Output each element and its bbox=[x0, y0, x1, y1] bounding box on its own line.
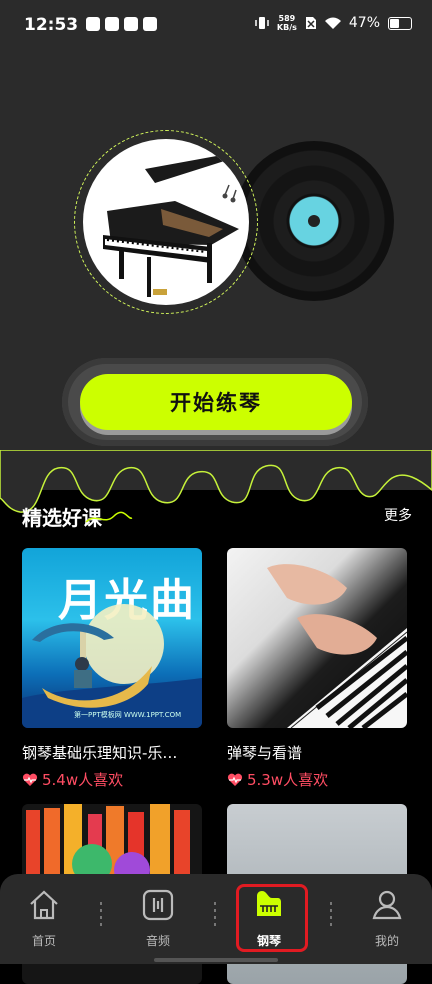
course-likes: 5.4w人喜欢 bbox=[22, 769, 202, 790]
scribble-decoration-icon bbox=[85, 511, 133, 523]
app-notification-icon bbox=[86, 17, 100, 31]
no-sim-icon bbox=[305, 17, 316, 29]
profile-icon bbox=[372, 890, 402, 920]
nav-label: 我的 bbox=[374, 934, 399, 948]
home-icon bbox=[30, 890, 58, 920]
more-link[interactable]: 更多 bbox=[384, 505, 412, 525]
nav-label: 音频 bbox=[145, 934, 170, 948]
home-indicator[interactable] bbox=[154, 958, 278, 962]
thumbnail-watermark: 第一PPT模板网 WWW.1PPT.COM bbox=[74, 711, 182, 719]
nav-divider bbox=[100, 902, 102, 928]
likes-count: 5.3w人喜欢 bbox=[247, 771, 329, 789]
heart-pulse-icon bbox=[22, 773, 38, 786]
course-title[interactable]: 钢琴基础乐理知识-乐… bbox=[22, 742, 200, 763]
wifi-icon bbox=[324, 17, 341, 29]
app-notification-icon bbox=[143, 17, 157, 31]
nav-item-audio[interactable]: 音频 bbox=[128, 888, 188, 949]
app-notification-icon bbox=[124, 17, 138, 31]
nav-divider bbox=[214, 902, 216, 928]
status-time: 12:53 bbox=[24, 15, 79, 35]
status-bar: 12:53 589 KB/s 47% bbox=[0, 0, 432, 50]
bottom-nav: 首页 音频 钢琴 我的 bbox=[0, 874, 432, 964]
nav-item-profile[interactable]: 我的 bbox=[357, 888, 417, 949]
status-right: 589 KB/s 47% bbox=[255, 14, 412, 32]
active-tab-highlight bbox=[236, 884, 308, 952]
vinyl-record-icon bbox=[234, 141, 394, 301]
battery-percentage: 47% bbox=[348, 15, 380, 31]
nav-divider bbox=[330, 902, 332, 928]
battery-icon bbox=[388, 16, 412, 30]
vibrate-icon bbox=[255, 17, 269, 29]
course-card[interactable]: 月光曲 第一PPT模板网 WWW.1PPT.COM 钢琴基础乐理知识-乐… 5.… bbox=[22, 548, 202, 790]
hero-banner: 开始练琴 bbox=[0, 50, 432, 513]
course-likes: 5.3w人喜欢 bbox=[227, 769, 407, 790]
start-practice-button[interactable]: 开始练琴 bbox=[80, 374, 352, 430]
audio-icon bbox=[142, 889, 174, 921]
heart-pulse-icon bbox=[227, 773, 243, 786]
net-speed: 589 KB/s bbox=[276, 14, 297, 32]
course-title[interactable]: 弹琴与看谱 bbox=[227, 742, 405, 763]
nav-item-home[interactable]: 首页 bbox=[14, 888, 74, 949]
course-card[interactable]: 弹琴与看谱 5.3w人喜欢 bbox=[227, 548, 407, 790]
nav-label: 首页 bbox=[31, 934, 56, 948]
section-header: 精选好课 更多 bbox=[22, 500, 412, 530]
course-thumbnail[interactable]: 月光曲 第一PPT模板网 WWW.1PPT.COM bbox=[22, 548, 202, 728]
grand-piano-image bbox=[83, 139, 249, 305]
notification-icons bbox=[86, 17, 157, 31]
likes-count: 5.4w人喜欢 bbox=[42, 771, 124, 789]
course-thumbnail[interactable] bbox=[227, 548, 407, 728]
app-notification-icon bbox=[105, 17, 119, 31]
